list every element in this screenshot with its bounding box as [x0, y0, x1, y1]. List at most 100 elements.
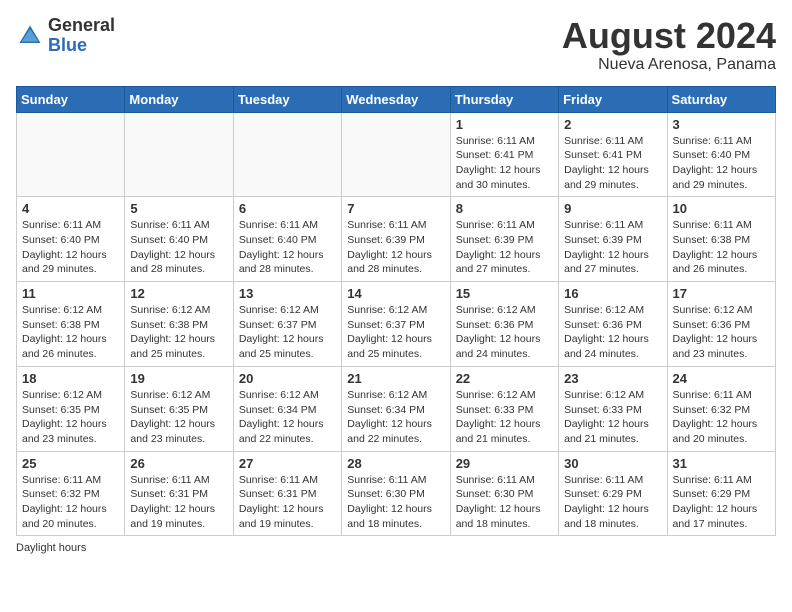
calendar-cell: 12 Sunrise: 6:12 AM Sunset: 6:38 PM Dayli…	[125, 282, 233, 367]
calendar-cell: 21 Sunrise: 6:12 AM Sunset: 6:34 PM Dayli…	[342, 366, 450, 451]
day-number: 4	[22, 201, 119, 216]
footer-note: Daylight hours	[16, 542, 776, 554]
day-number: 30	[564, 456, 661, 471]
day-number: 21	[347, 371, 444, 386]
calendar-cell: 8 Sunrise: 6:11 AM Sunset: 6:39 PM Daylig…	[450, 197, 558, 282]
day-number: 18	[22, 371, 119, 386]
day-number: 7	[347, 201, 444, 216]
calendar-cell: 30 Sunrise: 6:11 AM Sunset: 6:29 PM Dayli…	[559, 451, 667, 536]
day-number: 31	[673, 456, 770, 471]
calendar-cell: 1 Sunrise: 6:11 AM Sunset: 6:41 PM Daylig…	[450, 112, 558, 197]
day-info: Sunrise: 6:12 AM Sunset: 6:35 PM Dayligh…	[130, 388, 227, 447]
day-number: 16	[564, 286, 661, 301]
calendar-cell	[233, 112, 341, 197]
calendar-cell	[17, 112, 125, 197]
day-number: 8	[456, 201, 553, 216]
calendar-cell: 29 Sunrise: 6:11 AM Sunset: 6:30 PM Dayli…	[450, 451, 558, 536]
day-header-tuesday: Tuesday	[233, 86, 341, 112]
day-number: 9	[564, 201, 661, 216]
calendar-cell: 13Sunrise: 6:12 AM Sunset: 6:37 PM Dayli…	[233, 282, 341, 367]
day-info: Sunrise: 6:12 AM Sunset: 6:34 PM Dayligh…	[347, 388, 444, 447]
day-number: 2	[564, 117, 661, 132]
calendar-cell: 28Sunrise: 6:11 AM Sunset: 6:30 PM Dayli…	[342, 451, 450, 536]
day-info: Sunrise: 6:11 AM Sunset: 6:40 PM Dayligh…	[239, 218, 336, 277]
day-number: 1	[456, 117, 553, 132]
day-number: 3	[673, 117, 770, 132]
day-info: Sunrise: 6:12 AM Sunset: 6:35 PM Dayligh…	[22, 388, 119, 447]
logo-icon	[16, 22, 44, 50]
day-number: 6	[239, 201, 336, 216]
day-info: Sunrise: 6:11 AM Sunset: 6:30 PM Dayligh…	[456, 473, 553, 532]
day-number: 24	[673, 371, 770, 386]
day-number: 13	[239, 286, 336, 301]
day-number: 11	[22, 286, 119, 301]
logo-text: General Blue	[48, 16, 115, 56]
day-number: 14	[347, 286, 444, 301]
day-info: Sunrise: 6:12 AM Sunset: 6:33 PM Dayligh…	[564, 388, 661, 447]
day-header-sunday: Sunday	[17, 86, 125, 112]
calendar-cell: 25Sunrise: 6:11 AM Sunset: 6:32 PM Dayli…	[17, 451, 125, 536]
day-number: 12	[130, 286, 227, 301]
calendar-cell	[342, 112, 450, 197]
calendar-cell: 7 Sunrise: 6:11 AM Sunset: 6:39 PM Daylig…	[342, 197, 450, 282]
calendar-header-row: SundayMondayTuesdayWednesdayThursdayFrid…	[17, 86, 776, 112]
day-number: 15	[456, 286, 553, 301]
calendar-cell: 22Sunrise: 6:12 AM Sunset: 6:33 PM Dayli…	[450, 366, 558, 451]
calendar-cell: 15 Sunrise: 6:12 AM Sunset: 6:36 PM Dayli…	[450, 282, 558, 367]
day-number: 27	[239, 456, 336, 471]
day-info: Sunrise: 6:11 AM Sunset: 6:39 PM Dayligh…	[456, 218, 553, 277]
calendar-week-2: 4 Sunrise: 6:11 AM Sunset: 6:40 PM Daylig…	[17, 197, 776, 282]
day-info: Sunrise: 6:12 AM Sunset: 6:36 PM Dayligh…	[673, 303, 770, 362]
calendar-cell: 24Sunrise: 6:11 AM Sunset: 6:32 PM Dayli…	[667, 366, 775, 451]
calendar-cell: 5Sunrise: 6:11 AM Sunset: 6:40 PM Daylig…	[125, 197, 233, 282]
location: Nueva Arenosa, Panama	[562, 56, 776, 74]
day-info: Sunrise: 6:12 AM Sunset: 6:36 PM Dayligh…	[564, 303, 661, 362]
day-info: Sunrise: 6:12 AM Sunset: 6:38 PM Dayligh…	[22, 303, 119, 362]
day-info: Sunrise: 6:11 AM Sunset: 6:29 PM Dayligh…	[564, 473, 661, 532]
calendar-cell: 23 Sunrise: 6:12 AM Sunset: 6:33 PM Dayli…	[559, 366, 667, 451]
calendar-table: SundayMondayTuesdayWednesdayThursdayFrid…	[16, 86, 776, 537]
day-number: 25	[22, 456, 119, 471]
day-info: Sunrise: 6:11 AM Sunset: 6:40 PM Dayligh…	[673, 134, 770, 193]
day-info: Sunrise: 6:12 AM Sunset: 6:33 PM Dayligh…	[456, 388, 553, 447]
calendar-week-5: 25Sunrise: 6:11 AM Sunset: 6:32 PM Dayli…	[17, 451, 776, 536]
calendar-cell: 16 Sunrise: 6:12 AM Sunset: 6:36 PM Dayli…	[559, 282, 667, 367]
day-info: Sunrise: 6:12 AM Sunset: 6:36 PM Dayligh…	[456, 303, 553, 362]
day-header-saturday: Saturday	[667, 86, 775, 112]
calendar-cell: 27Sunrise: 6:11 AM Sunset: 6:31 PM Dayli…	[233, 451, 341, 536]
day-header-wednesday: Wednesday	[342, 86, 450, 112]
logo: General Blue	[16, 16, 115, 56]
day-number: 26	[130, 456, 227, 471]
calendar-cell	[125, 112, 233, 197]
calendar-cell: 4Sunrise: 6:11 AM Sunset: 6:40 PM Daylig…	[17, 197, 125, 282]
calendar-cell: 6 Sunrise: 6:11 AM Sunset: 6:40 PM Daylig…	[233, 197, 341, 282]
title-block: August 2024 Nueva Arenosa, Panama	[562, 16, 776, 74]
calendar-cell: 2Sunrise: 6:11 AM Sunset: 6:41 PM Daylig…	[559, 112, 667, 197]
calendar-cell: 26 Sunrise: 6:11 AM Sunset: 6:31 PM Dayli…	[125, 451, 233, 536]
day-number: 19	[130, 371, 227, 386]
calendar-week-1: 1 Sunrise: 6:11 AM Sunset: 6:41 PM Daylig…	[17, 112, 776, 197]
page-header: General Blue August 2024 Nueva Arenosa, …	[16, 16, 776, 74]
day-info: Sunrise: 6:12 AM Sunset: 6:34 PM Dayligh…	[239, 388, 336, 447]
month-year: August 2024	[562, 16, 776, 56]
day-info: Sunrise: 6:11 AM Sunset: 6:30 PM Dayligh…	[347, 473, 444, 532]
day-info: Sunrise: 6:11 AM Sunset: 6:41 PM Dayligh…	[456, 134, 553, 193]
day-number: 10	[673, 201, 770, 216]
calendar-week-4: 18 Sunrise: 6:12 AM Sunset: 6:35 PM Dayli…	[17, 366, 776, 451]
calendar-cell: 31Sunrise: 6:11 AM Sunset: 6:29 PM Dayli…	[667, 451, 775, 536]
day-info: Sunrise: 6:11 AM Sunset: 6:40 PM Dayligh…	[130, 218, 227, 277]
day-number: 20	[239, 371, 336, 386]
day-number: 23	[564, 371, 661, 386]
calendar-week-3: 11 Sunrise: 6:12 AM Sunset: 6:38 PM Dayli…	[17, 282, 776, 367]
calendar-cell: 10 Sunrise: 6:11 AM Sunset: 6:38 PM Dayli…	[667, 197, 775, 282]
calendar-cell: 11 Sunrise: 6:12 AM Sunset: 6:38 PM Dayli…	[17, 282, 125, 367]
day-header-friday: Friday	[559, 86, 667, 112]
day-info: Sunrise: 6:12 AM Sunset: 6:38 PM Dayligh…	[130, 303, 227, 362]
day-info: Sunrise: 6:12 AM Sunset: 6:37 PM Dayligh…	[347, 303, 444, 362]
day-info: Sunrise: 6:11 AM Sunset: 6:31 PM Dayligh…	[130, 473, 227, 532]
calendar-cell: 19 Sunrise: 6:12 AM Sunset: 6:35 PM Dayli…	[125, 366, 233, 451]
day-info: Sunrise: 6:11 AM Sunset: 6:39 PM Dayligh…	[347, 218, 444, 277]
day-number: 29	[456, 456, 553, 471]
day-info: Sunrise: 6:11 AM Sunset: 6:38 PM Dayligh…	[673, 218, 770, 277]
day-header-thursday: Thursday	[450, 86, 558, 112]
